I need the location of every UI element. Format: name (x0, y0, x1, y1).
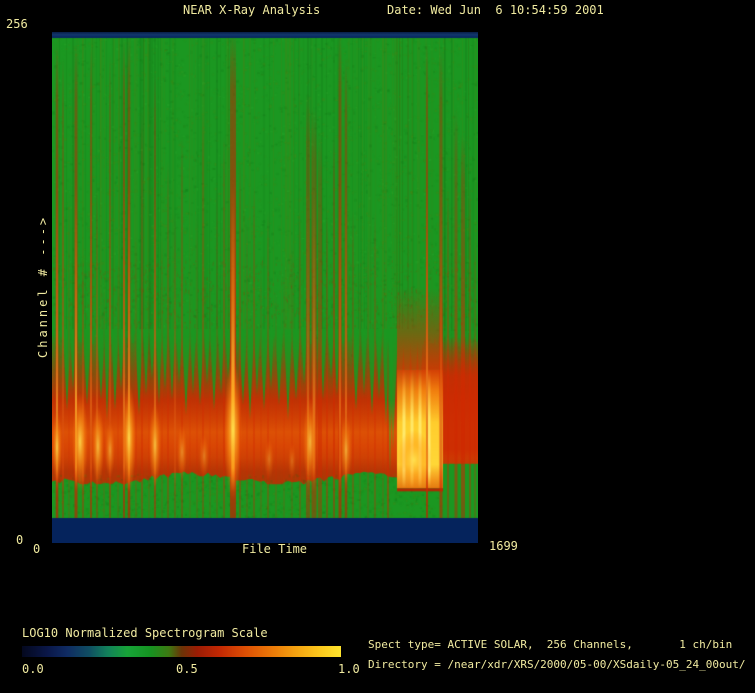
x-axis-title: File Time (242, 542, 308, 556)
y-axis-min-label: 0 (16, 533, 24, 547)
y-axis-max-label: 256 (6, 17, 28, 31)
plot-window: NEAR X-Ray Analysis Date: Wed Jun 6 10:5… (0, 0, 755, 693)
colorbar-label: LOG10 Normalized Spectrogram Scale (22, 626, 268, 640)
colorbar-tick-1: 0.5 (176, 662, 198, 676)
colorbar-gradient (22, 646, 341, 657)
x-axis-max-label: 1699 (489, 539, 518, 553)
spectrogram-plot-area (52, 32, 478, 543)
x-axis-min-label: 0 (33, 542, 41, 556)
colorbar-tick-0: 0.0 (22, 662, 44, 676)
date-label: Date: Wed Jun 6 10:54:59 2001 (387, 3, 604, 17)
spect-type-info: Spect type= ACTIVE SOLAR, 256 Channels, … (368, 638, 733, 651)
y-axis-title: Channel # ---> (36, 214, 50, 358)
directory-info: Directory = /near/xdr/XRS/2000/05-00/XSd… (368, 658, 746, 671)
colorbar-tick-2: 1.0 (338, 662, 360, 676)
page-title: NEAR X-Ray Analysis (183, 3, 321, 17)
spectrogram-canvas (52, 32, 478, 543)
